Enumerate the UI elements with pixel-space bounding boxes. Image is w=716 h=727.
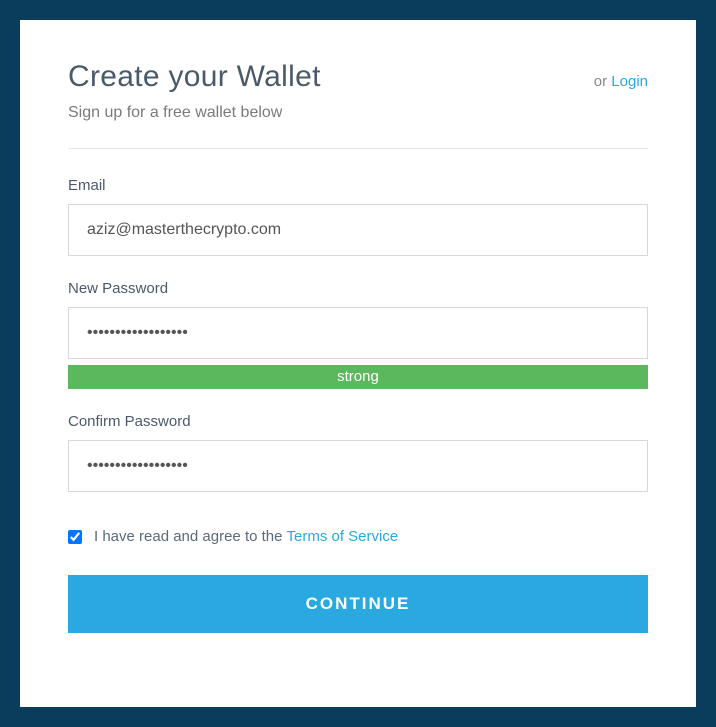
password-strength-bar: strong: [68, 365, 648, 389]
terms-text: I have read and agree to the: [94, 528, 282, 545]
signup-card: Create your Wallet or Login Sign up for …: [20, 20, 696, 707]
subtitle: Sign up for a free wallet below: [68, 104, 648, 122]
header-row: Create your Wallet or Login: [68, 60, 648, 94]
login-link[interactable]: Login: [611, 73, 648, 90]
terms-row: I have read and agree to the Terms of Se…: [68, 528, 648, 545]
confirm-label: Confirm Password: [68, 413, 648, 430]
terms-link[interactable]: Terms of Service: [286, 528, 398, 545]
confirm-password-field[interactable]: [68, 440, 648, 492]
confirm-group: Confirm Password: [68, 413, 648, 492]
password-group: New Password strong: [68, 280, 648, 389]
continue-button[interactable]: CONTINUE: [68, 575, 648, 633]
email-label: Email: [68, 177, 648, 194]
login-block: or Login: [594, 73, 648, 90]
terms-checkbox[interactable]: [68, 530, 82, 544]
page-title: Create your Wallet: [68, 60, 321, 94]
password-label: New Password: [68, 280, 648, 297]
email-group: Email: [68, 177, 648, 256]
divider: [68, 148, 648, 149]
or-text: or: [594, 73, 612, 90]
email-field[interactable]: [68, 204, 648, 256]
password-field[interactable]: [68, 307, 648, 359]
